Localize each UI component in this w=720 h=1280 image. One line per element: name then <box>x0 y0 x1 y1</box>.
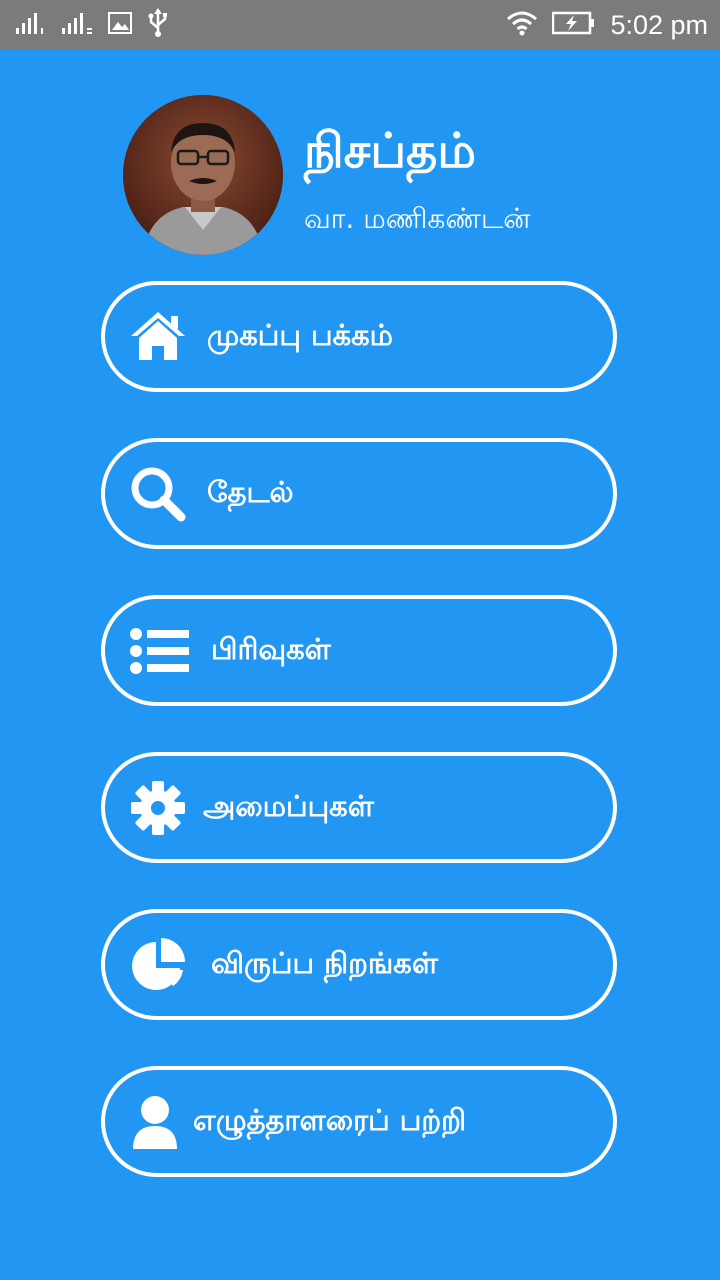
list-icon <box>129 622 189 680</box>
menu-search-label: தேடல் <box>207 474 294 509</box>
author-name: வா. மணிகண்டன் <box>304 202 531 235</box>
status-bar: 5:02 pm <box>0 0 720 50</box>
user-icon <box>129 1093 187 1151</box>
home-icon <box>129 308 187 366</box>
battery-charging-icon <box>552 10 596 40</box>
app-title: நிசப்தம் <box>304 123 476 179</box>
menu-themes-label: விருப்ப நிறங்கள் <box>211 945 439 980</box>
wifi-icon <box>506 10 538 40</box>
status-bar-left <box>16 8 170 42</box>
menu-categories-button[interactable]: பிரிவுகள் <box>101 595 617 706</box>
menu-about-author-button[interactable]: எழுத்தாளரைப் பற்றி <box>101 1066 617 1177</box>
signal-sim1-icon <box>16 10 48 40</box>
image-notification-icon <box>108 12 132 38</box>
usb-icon <box>146 8 170 42</box>
menu-home-button[interactable]: முகப்பு பக்கம் <box>101 281 617 392</box>
pie-chart-icon <box>129 936 187 994</box>
search-icon <box>129 465 187 523</box>
gear-icon <box>129 779 187 837</box>
menu-categories-label: பிரிவுகள் <box>211 631 331 666</box>
app-header: நிசப்தம் வா. மணிகண்டன் <box>123 95 623 255</box>
author-avatar <box>123 95 283 255</box>
menu-themes-button[interactable]: விருப்ப நிறங்கள் <box>101 909 617 1020</box>
status-bar-right: 5:02 pm <box>506 0 708 50</box>
menu-about-author-label: எழுத்தாளரைப் பற்றி <box>193 1102 467 1137</box>
menu-search-button[interactable]: தேடல் <box>101 438 617 549</box>
menu-home-label: முகப்பு பக்கம் <box>207 317 394 352</box>
menu-settings-button[interactable]: அமைப்புகள் <box>101 752 617 863</box>
menu-settings-label: அமைப்புகள் <box>203 788 374 823</box>
signal-sim2-icon <box>62 10 94 40</box>
status-time: 5:02 pm <box>610 9 708 40</box>
